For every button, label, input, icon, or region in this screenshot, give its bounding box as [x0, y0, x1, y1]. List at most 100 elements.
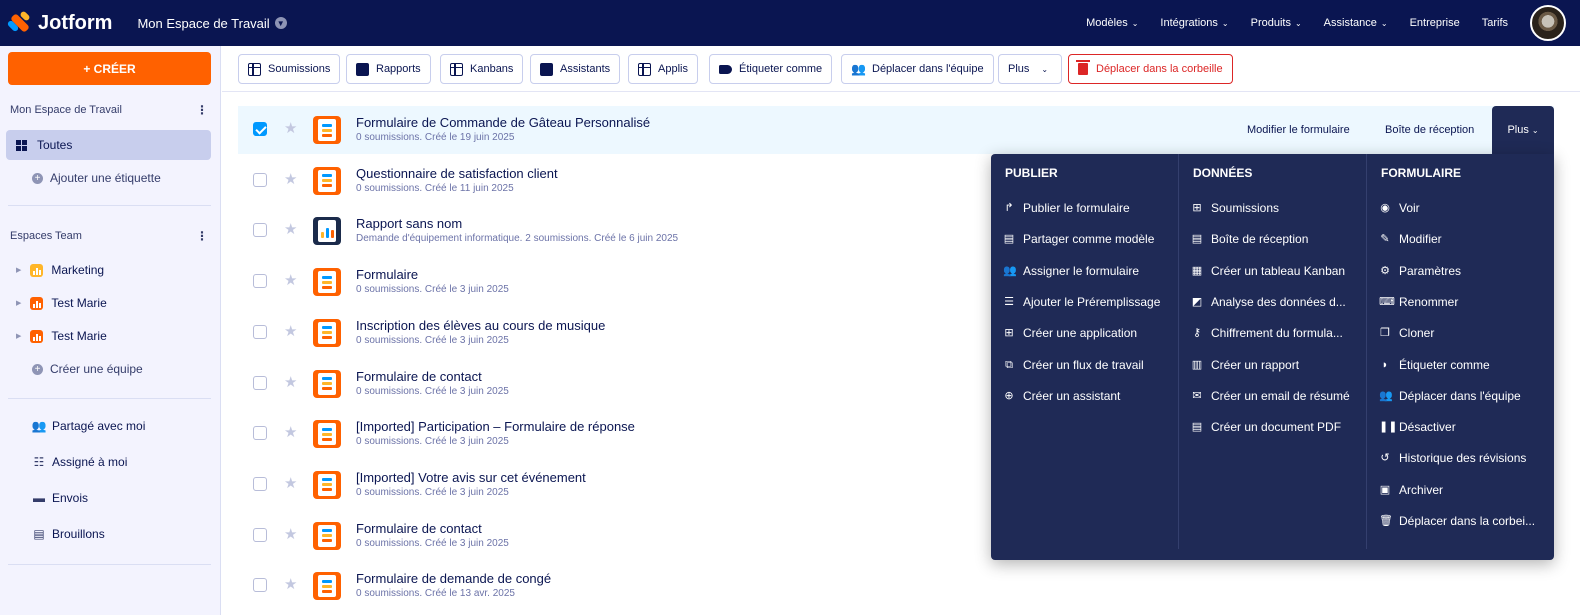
menu-item-archive[interactable]: ▣ Archiver	[1379, 483, 1443, 497]
workspace-switcher[interactable]: Mon Espace de Travail ▼	[137, 16, 287, 31]
nav-item-produits[interactable]: Produits ⌄	[1251, 17, 1302, 29]
menu-item-pause[interactable]: ❚❚ Désactiver	[1379, 420, 1456, 434]
form-meta: 0 soumissions. Créé le 3 juin 2025	[356, 537, 509, 549]
star-icon[interactable]: ★	[284, 474, 297, 492]
inbox-button[interactable]: Boîte de réception	[1385, 106, 1474, 154]
row-checkbox[interactable]	[253, 578, 267, 593]
move-to-trash-button[interactable]: Déplacer dans la corbeille	[1068, 54, 1233, 84]
sidebar-link-assigned[interactable]: ☷ Assigné à moi	[32, 455, 128, 469]
form-title[interactable]: [Imported] Votre avis sur cet événement	[356, 470, 586, 485]
nav-item-label: Modèles	[1086, 17, 1128, 29]
caret-right-icon[interactable]: ▶	[16, 266, 21, 274]
star-icon[interactable]: ★	[284, 423, 297, 441]
form-icon	[313, 369, 341, 398]
sidebar-link-shared[interactable]: 👥 Partagé avec moi	[32, 419, 146, 433]
menu-item-email[interactable]: ✉ Créer un email de résumé	[1191, 389, 1349, 403]
menu-item-clone[interactable]: ❐ Cloner	[1379, 326, 1434, 340]
menu-item-pdf[interactable]: ▤ Créer un document PDF	[1191, 420, 1341, 434]
menu-item-rename[interactable]: ⌨ Renommer	[1379, 295, 1458, 309]
form-title[interactable]: Formulaire de Commande de Gâteau Personn…	[356, 115, 650, 130]
form-title[interactable]: Inscription des élèves au cours de musiq…	[356, 318, 605, 333]
nav-item-tarifs[interactable]: Tarifs	[1482, 17, 1508, 29]
menu-item-template[interactable]: ▤ Partager comme modèle	[1003, 232, 1155, 246]
workspace-menu-icon[interactable]: ⋮	[196, 103, 208, 117]
row-checkbox[interactable]	[253, 172, 267, 187]
menu-item-history[interactable]: ↺ Historique des révisions	[1379, 451, 1526, 465]
reports-button[interactable]: Rapports	[346, 54, 431, 84]
menu-item-team-move[interactable]: 👥 Déplacer dans l'équipe	[1379, 389, 1521, 403]
row-more-button[interactable]: Plus ⌄	[1492, 106, 1554, 154]
kanbans-button[interactable]: Kanbans	[440, 54, 524, 84]
add-label-link[interactable]: + Ajouter une étiquette	[32, 171, 161, 185]
create-team-link[interactable]: + Créer une équipe	[32, 362, 143, 376]
form-title[interactable]: Formulaire de contact	[356, 521, 482, 536]
menu-item-gear[interactable]: ⚙ Paramètres	[1379, 264, 1461, 278]
menu-item-share-arrow[interactable]: ↱ Publier le formulaire	[1003, 201, 1129, 215]
submissions-button[interactable]: Soumissions	[238, 54, 341, 84]
menu-item-inbox[interactable]: ▤ Boîte de réception	[1191, 232, 1309, 246]
row-checkbox[interactable]	[253, 324, 267, 339]
nav-item-modèles[interactable]: Modèles ⌄	[1086, 17, 1138, 29]
menu-item-analytics[interactable]: ◩ Analyse des données d...	[1191, 295, 1346, 309]
avatar[interactable]	[1530, 5, 1566, 41]
menu-item-workflow[interactable]: ⧉ Créer un flux de travail	[1003, 358, 1144, 372]
menu-item-assign[interactable]: 👥 Assigner le formulaire	[1003, 264, 1139, 278]
sidebar-team-item[interactable]: ▶ Marketing	[16, 263, 104, 277]
star-icon[interactable]: ★	[284, 525, 297, 543]
form-title[interactable]: Formulaire de demande de congé	[356, 571, 551, 586]
star-icon[interactable]: ★	[284, 119, 297, 137]
row-checkbox[interactable]	[253, 476, 267, 491]
nav-item-intégrations[interactable]: Intégrations ⌄	[1160, 17, 1228, 29]
row-checkbox[interactable]	[253, 122, 267, 136]
caret-right-icon[interactable]: ▶	[16, 332, 21, 340]
sidebar-item-all[interactable]: Toutes	[6, 130, 211, 160]
row-checkbox[interactable]	[253, 527, 267, 542]
star-icon[interactable]: ★	[284, 322, 297, 340]
form-title[interactable]: Formulaire de contact	[356, 369, 482, 384]
move-team-button[interactable]: 👥 Déplacer dans l'équipe	[841, 54, 994, 84]
row-checkbox[interactable]	[253, 426, 267, 441]
menu-item-eye[interactable]: ◉ Voir	[1379, 201, 1420, 215]
teams-menu-icon[interactable]: ⋮	[196, 229, 208, 243]
create-button[interactable]: + CRÉER	[8, 52, 211, 85]
form-title[interactable]: Rapport sans nom	[356, 216, 462, 231]
star-icon[interactable]: ★	[284, 271, 297, 289]
star-icon[interactable]: ★	[284, 373, 297, 391]
star-icon[interactable]: ★	[284, 220, 297, 238]
caret-right-icon[interactable]: ▶	[16, 299, 21, 307]
form-title[interactable]: Formulaire	[356, 267, 418, 282]
menu-item-prefill[interactable]: ☰ Ajouter le Préremplissage	[1003, 295, 1160, 309]
star-icon[interactable]: ★	[284, 170, 297, 188]
edit-form-button[interactable]: Modifier le formulaire	[1247, 106, 1350, 154]
form-row[interactable]: ★ Formulaire de Commande de Gâteau Person…	[238, 106, 1554, 154]
form-meta: Demande d'équipement informatique. 2 sou…	[356, 233, 679, 245]
row-checkbox[interactable]	[253, 274, 267, 289]
sidebar-team-item[interactable]: ▶ Test Marie	[16, 296, 107, 310]
form-title[interactable]: Questionnaire de satisfaction client	[356, 166, 558, 181]
form-meta: 0 soumissions. Créé le 13 avr. 2025	[356, 588, 515, 600]
menu-item-edit[interactable]: ✎ Modifier	[1379, 232, 1441, 246]
sidebar-team-item[interactable]: ▶ Test Marie	[16, 329, 107, 343]
form-row[interactable]: ★ Formulaire de demande de congé 0 soumiss…	[238, 562, 1554, 610]
menu-item-key[interactable]: ⚷ Chiffrement du formula...	[1191, 326, 1343, 340]
tag-button[interactable]: Étiqueter comme	[709, 54, 833, 84]
apps-button[interactable]: Applis	[628, 54, 698, 84]
row-checkbox[interactable]	[253, 375, 267, 390]
menu-item-table[interactable]: ⊞ Soumissions	[1191, 201, 1279, 215]
menu-item-report[interactable]: ▥ Créer un rapport	[1191, 358, 1299, 372]
star-icon[interactable]: ★	[284, 575, 297, 593]
nav-item-entreprise[interactable]: Entreprise	[1410, 17, 1460, 29]
form-title[interactable]: [Imported] Participation – Formulaire de…	[356, 419, 635, 434]
menu-item-kanban[interactable]: ▦ Créer un tableau Kanban	[1191, 264, 1345, 278]
nav-item-assistance[interactable]: Assistance ⌄	[1324, 17, 1388, 29]
sidebar-link-drafts[interactable]: ▤ Brouillons	[32, 527, 104, 541]
menu-item-trash[interactable]: 🗑 Déplacer dans la corbei...	[1379, 514, 1535, 528]
jotform-logo[interactable]: Jotform	[6, 10, 112, 35]
menu-item-tag[interactable]: ◗ Étiqueter comme	[1379, 358, 1490, 372]
assistants-button[interactable]: Assistants	[530, 54, 621, 84]
sidebar-link-sent[interactable]: ▬ Envois	[32, 491, 88, 505]
row-checkbox[interactable]	[253, 223, 267, 238]
more-button[interactable]: Plus ⌄	[998, 54, 1062, 84]
menu-item-plus-circle[interactable]: ⊕ Créer un assistant	[1003, 389, 1120, 403]
menu-item-app[interactable]: ⊞ Créer une application	[1003, 326, 1137, 340]
